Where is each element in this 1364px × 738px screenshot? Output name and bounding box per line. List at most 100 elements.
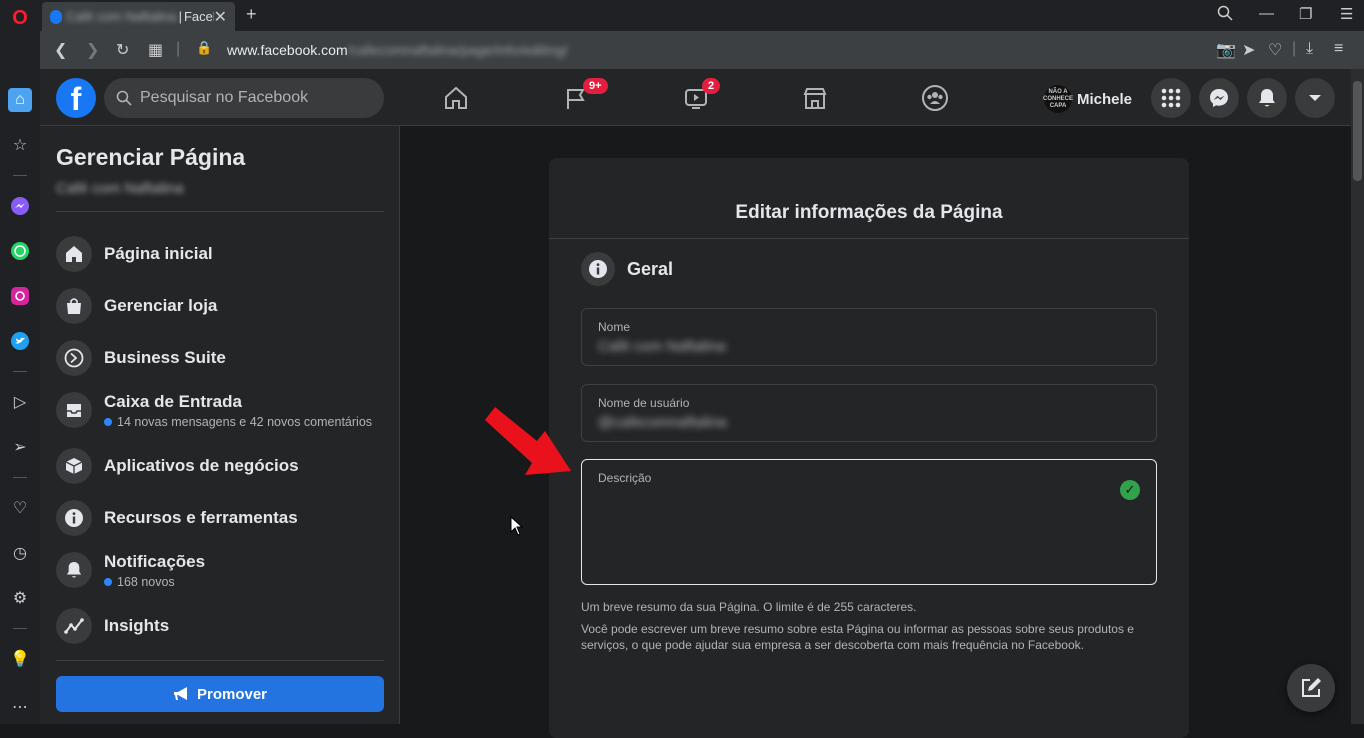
bell-icon	[1259, 89, 1275, 107]
history-icon[interactable]: ◷	[8, 541, 32, 565]
url-field[interactable]: www.facebook.com/cafecomnaftalina/page/i…	[227, 42, 568, 58]
messenger-icon	[1210, 89, 1228, 107]
menu-grid-button[interactable]	[1151, 78, 1191, 118]
address-bar: ❮ ❯ ↻ ▦ | 🔒 www.facebook.com/cafecomnaft…	[40, 31, 1364, 69]
speed-dial-icon[interactable]: ⌂	[8, 88, 32, 112]
pages-badge: 9+	[583, 78, 608, 94]
opera-sidebar: O ⌂ ☆ ▷ ➢ ♡ ◷ ⚙ 💡 ⋯	[0, 0, 40, 724]
notifications-button[interactable]	[1247, 78, 1287, 118]
forward-icon[interactable]: ❯	[86, 40, 99, 60]
close-tab-icon[interactable]: ✕	[214, 7, 227, 27]
messenger-button[interactable]	[1199, 78, 1239, 118]
info-icon	[56, 500, 92, 536]
account-menu-button[interactable]	[1295, 78, 1335, 118]
username-field[interactable]: Nome de usuário @cafecomnaftalina	[581, 384, 1157, 442]
sidebar-item-resources[interactable]: Recursos e ferramentas	[56, 496, 384, 540]
menu-icon[interactable]: ☰	[1340, 5, 1353, 23]
easy-setup-icon[interactable]: ≡	[1334, 40, 1343, 58]
settings-icon[interactable]: ⚙	[8, 586, 32, 610]
search-icon	[116, 90, 132, 106]
whatsapp-icon[interactable]	[8, 239, 32, 263]
watch-badge: 2	[702, 78, 721, 94]
description-field[interactable]: Descrição ✓	[581, 459, 1157, 585]
home-icon	[56, 236, 92, 272]
sidebar-item-label: Aplicativos de negócios	[104, 456, 299, 475]
business-suite-icon	[56, 340, 92, 376]
manage-page-sidebar: Gerenciar Página Café com Naftalina Pági…	[40, 126, 400, 724]
sidebar-title: Gerenciar Página	[56, 144, 246, 170]
sidebar-item-label: Gerenciar loja	[104, 296, 218, 315]
star-icon[interactable]: ☆	[8, 133, 32, 157]
player-icon[interactable]: ▷	[8, 390, 32, 414]
twitter-icon[interactable]	[8, 329, 32, 353]
lock-icon: 🔒	[196, 40, 213, 55]
send-icon[interactable]: ➢	[8, 435, 32, 459]
promote-button[interactable]: Promover	[56, 676, 384, 712]
description-label: Descrição	[598, 471, 652, 485]
page-scrollbar[interactable]	[1351, 69, 1364, 724]
back-icon[interactable]: ❮	[54, 40, 67, 60]
unread-dot	[104, 417, 112, 426]
facebook-header: f Pesquisar no Facebook 9+ 2 NÃO A CONHE…	[40, 69, 1351, 126]
sidebar-item-insights[interactable]: Insights	[56, 604, 384, 648]
name-label: Nome	[598, 320, 631, 334]
minimize-icon[interactable]: —	[1259, 5, 1274, 22]
search-input[interactable]: Pesquisar no Facebook	[104, 78, 384, 118]
inbox-icon	[56, 392, 92, 428]
send-page-icon[interactable]: ➤	[1242, 40, 1255, 60]
restore-icon[interactable]: ❐	[1299, 5, 1312, 23]
grid-icon	[1161, 88, 1181, 108]
promote-label: Promover	[196, 685, 268, 703]
description-help: Um breve resumo da sua Página. O limite …	[581, 600, 917, 614]
description-help-detail: Você pode escrever um breve resumo sobre…	[581, 622, 1134, 652]
sidebar-item-home[interactable]: Página inicial	[56, 232, 384, 276]
facebook-favicon-icon	[50, 9, 62, 24]
red-arrow-icon	[485, 407, 571, 475]
name-value: Café com Naftalina	[598, 338, 726, 355]
groups-icon[interactable]	[921, 84, 949, 112]
snapshot-icon[interactable]: 📷	[1216, 40, 1236, 60]
opera-logo-icon[interactable]: O	[8, 6, 32, 30]
marketplace-icon[interactable]	[801, 84, 829, 112]
heart-icon[interactable]: ♡	[8, 496, 32, 520]
more-icon[interactable]: ⋯	[8, 695, 32, 719]
username-label: Nome de usuário	[598, 396, 690, 410]
browser-tab[interactable]: Café com Naftalina | Facebook ✕	[42, 2, 235, 31]
inbox-meta: 14 novas mensagens e 42 novos comentário…	[117, 414, 373, 429]
caret-down-icon	[1309, 95, 1321, 101]
sidebar-item-label: Página inicial	[104, 244, 213, 263]
name-field[interactable]: Nome Café com Naftalina	[581, 308, 1157, 366]
tab-title-blurred: Café com Naftalina	[66, 9, 177, 24]
bell-icon	[56, 552, 92, 588]
sidebar-item-business-apps[interactable]: Aplicativos de negócios	[56, 444, 384, 488]
facebook-logo-icon[interactable]: f	[56, 78, 96, 118]
bookmark-heart-icon[interactable]: ♡	[1268, 40, 1282, 60]
sidebar-item-label: Business Suite	[104, 348, 226, 367]
profile-link[interactable]: NÃO A CONHECE CAPA Michele	[1043, 85, 1133, 113]
notifications-meta: 168 novos	[117, 574, 175, 589]
sidebar-item-shop[interactable]: Gerenciar loja	[56, 284, 384, 328]
reload-icon[interactable]: ↻	[116, 40, 129, 60]
sidebar-item-business-suite[interactable]: Business Suite	[56, 336, 384, 380]
search-tabs-icon[interactable]	[1217, 5, 1233, 25]
sidebar-item-inbox[interactable]: Caixa de Entrada 14 novas mensagens e 42…	[56, 388, 384, 432]
sidebar-item-notifications[interactable]: Notificações 168 novos	[56, 548, 384, 592]
messenger-icon[interactable]	[8, 194, 32, 218]
cube-icon	[56, 448, 92, 484]
new-message-button[interactable]	[1287, 664, 1335, 712]
edit-info-card: Editar informações da Página Geral Nome …	[549, 158, 1189, 738]
info-icon	[581, 252, 615, 286]
instagram-icon[interactable]	[8, 284, 32, 308]
tab-strip: Café com Naftalina | Facebook ✕ + — ❐ ☰	[40, 0, 1364, 31]
new-tab-icon[interactable]: +	[246, 4, 257, 25]
lightbulb-icon[interactable]: 💡	[8, 647, 32, 671]
home-nav-icon[interactable]	[442, 84, 470, 112]
url-path: /cafecomnaftalina/page/info/editing/	[347, 42, 568, 58]
download-icon[interactable]: ⤓	[1306, 40, 1313, 58]
search-placeholder: Pesquisar no Facebook	[140, 89, 309, 106]
shopping-bag-icon	[56, 288, 92, 324]
tabs-grid-icon[interactable]: ▦	[148, 40, 163, 60]
tab-title: Facebook	[183, 9, 214, 24]
profile-name: Michele	[1077, 90, 1133, 108]
sidebar-item-label: Caixa de Entrada	[104, 391, 242, 411]
